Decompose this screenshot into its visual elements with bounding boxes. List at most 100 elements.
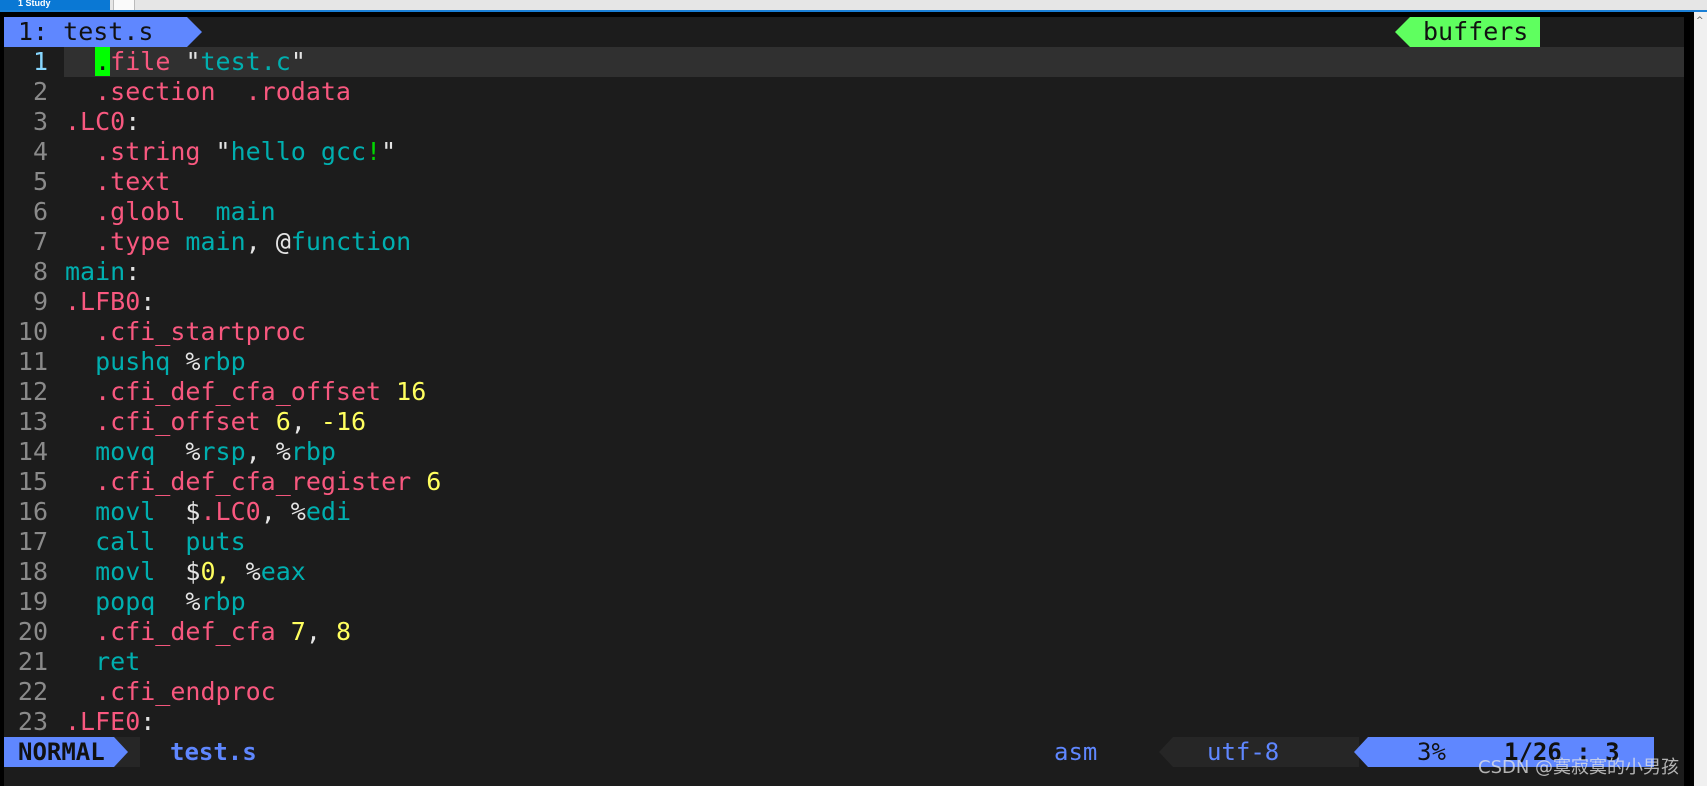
line-content: .LFE0: bbox=[64, 707, 1684, 737]
code-token: $ bbox=[185, 557, 201, 586]
cursor: . bbox=[95, 47, 111, 76]
tabline: 1: test.s buffers bbox=[4, 17, 1684, 47]
code-token: call puts bbox=[65, 527, 246, 556]
code-token: " bbox=[185, 47, 201, 76]
line-content: .cfi_def_cfa 7, 8 bbox=[64, 617, 1684, 647]
line-content: .LFB0: bbox=[64, 287, 1684, 317]
code-token: % bbox=[185, 437, 201, 466]
code-token: rbp bbox=[200, 347, 246, 376]
code-token: .globl bbox=[65, 197, 216, 226]
code-line[interactable]: 11 pushq %rbp bbox=[4, 347, 1684, 377]
code-token: " bbox=[290, 47, 306, 76]
code-line[interactable]: 6 .globl main bbox=[4, 197, 1684, 227]
code-token: main bbox=[185, 227, 246, 256]
code-token: 0, bbox=[200, 557, 231, 586]
code-token: .string bbox=[65, 137, 216, 166]
code-token: movq bbox=[65, 437, 186, 466]
code-line[interactable]: 20 .cfi_def_cfa 7, 8 bbox=[4, 617, 1684, 647]
code-line[interactable]: 13 .cfi_offset 6, -16 bbox=[4, 407, 1684, 437]
status-filetype: asm bbox=[1054, 738, 1098, 766]
code-token: 6 bbox=[426, 467, 442, 496]
code-area[interactable]: 1 .file "test.c" 2 .section .rodata 3 .LC0:… bbox=[4, 47, 1684, 737]
line-content: .cfi_endproc bbox=[64, 677, 1684, 707]
line-number: 2 bbox=[32, 77, 48, 106]
line-number: 3 bbox=[32, 107, 48, 136]
line-number: 16 bbox=[17, 497, 48, 526]
line-number: 7 bbox=[32, 227, 48, 256]
code-line[interactable]: 19 popq %rbp bbox=[4, 587, 1684, 617]
code-token: .LFB0 bbox=[65, 287, 141, 316]
code-line[interactable]: 22 .cfi_endproc bbox=[4, 677, 1684, 707]
code-token: : bbox=[140, 287, 156, 316]
code-token: .cfi_endproc bbox=[65, 677, 276, 706]
scroll-up-arrow-icon[interactable]: ^ bbox=[1696, 16, 1704, 26]
code-token: .section .rodata bbox=[65, 77, 351, 106]
code-token: function bbox=[290, 227, 412, 256]
code-token: -16 bbox=[320, 407, 367, 436]
code-line[interactable]: 21 ret bbox=[4, 647, 1684, 677]
line-content: movq %rsp, %rbp bbox=[64, 437, 1684, 467]
watermark: CSDN @寞寂寞的小男孩 bbox=[1478, 757, 1680, 778]
code-token: $ bbox=[185, 497, 201, 526]
vim-editor[interactable]: 1: test.s buffers 1 .file "test.c" 2 .sec… bbox=[4, 17, 1684, 786]
line-content: .section .rodata bbox=[64, 77, 1684, 107]
code-token: .type bbox=[65, 227, 186, 256]
code-line[interactable]: 15 .cfi_def_cfa_register 6 bbox=[4, 467, 1684, 497]
line-number: 8 bbox=[32, 257, 48, 286]
code-token: , bbox=[305, 617, 336, 646]
code-token: % bbox=[185, 587, 201, 616]
line-number: 9 bbox=[32, 287, 48, 316]
line-content: main: bbox=[64, 257, 1684, 287]
code-line[interactable]: 8 main: bbox=[4, 257, 1684, 287]
line-content: ret bbox=[64, 647, 1684, 677]
code-token: 16 bbox=[396, 377, 427, 406]
mode-indicator: NORMAL bbox=[4, 737, 128, 767]
code-token: main bbox=[215, 197, 276, 226]
line-number: 11 bbox=[17, 347, 48, 376]
code-token: movl bbox=[65, 557, 186, 586]
code-token: .cfi_def_cfa_offset bbox=[65, 377, 397, 406]
code-token: 8 bbox=[335, 617, 352, 646]
code-line[interactable]: 10 .cfi_startproc bbox=[4, 317, 1684, 347]
line-number: 4 bbox=[32, 137, 48, 166]
code-line[interactable]: 17 call puts bbox=[4, 527, 1684, 557]
line-content: pushq %rbp bbox=[64, 347, 1684, 377]
code-token: ! bbox=[366, 137, 382, 166]
code-token: .LFE0 bbox=[65, 707, 141, 736]
code-line[interactable]: 4 .string "hello gcc!" bbox=[4, 137, 1684, 167]
code-line[interactable]: 3 .LC0: bbox=[4, 107, 1684, 137]
code-line[interactable]: 18 movl $0, %eax bbox=[4, 557, 1684, 587]
tab-test-s[interactable]: 1: test.s bbox=[4, 17, 202, 47]
line-content: .cfi_def_cfa_offset 16 bbox=[64, 377, 1684, 407]
status-encoding: utf-8 bbox=[1159, 737, 1359, 767]
code-line[interactable]: 1 .file "test.c" bbox=[4, 47, 1684, 77]
code-token: % bbox=[185, 347, 201, 376]
line-number: 22 bbox=[17, 677, 48, 706]
line-content: .type main, @function bbox=[64, 227, 1684, 257]
status-percent: 3% bbox=[1417, 738, 1446, 766]
code-line[interactable]: 5 .text bbox=[4, 167, 1684, 197]
code-line[interactable]: 2 .section .rodata bbox=[4, 77, 1684, 107]
code-token: .cfi_offset bbox=[65, 407, 276, 436]
buffers-indicator: buffers bbox=[1395, 17, 1540, 47]
scrollbar[interactable] bbox=[1694, 12, 1707, 786]
code-line[interactable]: 9 .LFB0: bbox=[4, 287, 1684, 317]
code-line[interactable]: 7 .type main, @function bbox=[4, 227, 1684, 257]
line-number: 10 bbox=[17, 317, 48, 346]
line-number: 19 bbox=[17, 587, 48, 616]
code-token: .cfi_def_cfa bbox=[65, 617, 291, 646]
code-line[interactable]: 14 movq %rsp, %rbp bbox=[4, 437, 1684, 467]
line-number: 17 bbox=[17, 527, 48, 556]
line-content: popq %rbp bbox=[64, 587, 1684, 617]
code-line[interactable]: 23 .LFE0: bbox=[4, 707, 1684, 737]
code-token: 6 bbox=[275, 407, 291, 436]
code-token: , % bbox=[245, 437, 291, 466]
line-content: .cfi_offset 6, -16 bbox=[64, 407, 1684, 437]
line-content: .globl main bbox=[64, 197, 1684, 227]
line-number: 13 bbox=[17, 407, 48, 436]
code-line[interactable]: 16 movl $.LC0, %edi bbox=[4, 497, 1684, 527]
code-token: rbp bbox=[290, 437, 336, 466]
code-line[interactable]: 12 .cfi_def_cfa_offset 16 bbox=[4, 377, 1684, 407]
code-token: main bbox=[65, 257, 126, 286]
code-token: movl bbox=[65, 497, 186, 526]
